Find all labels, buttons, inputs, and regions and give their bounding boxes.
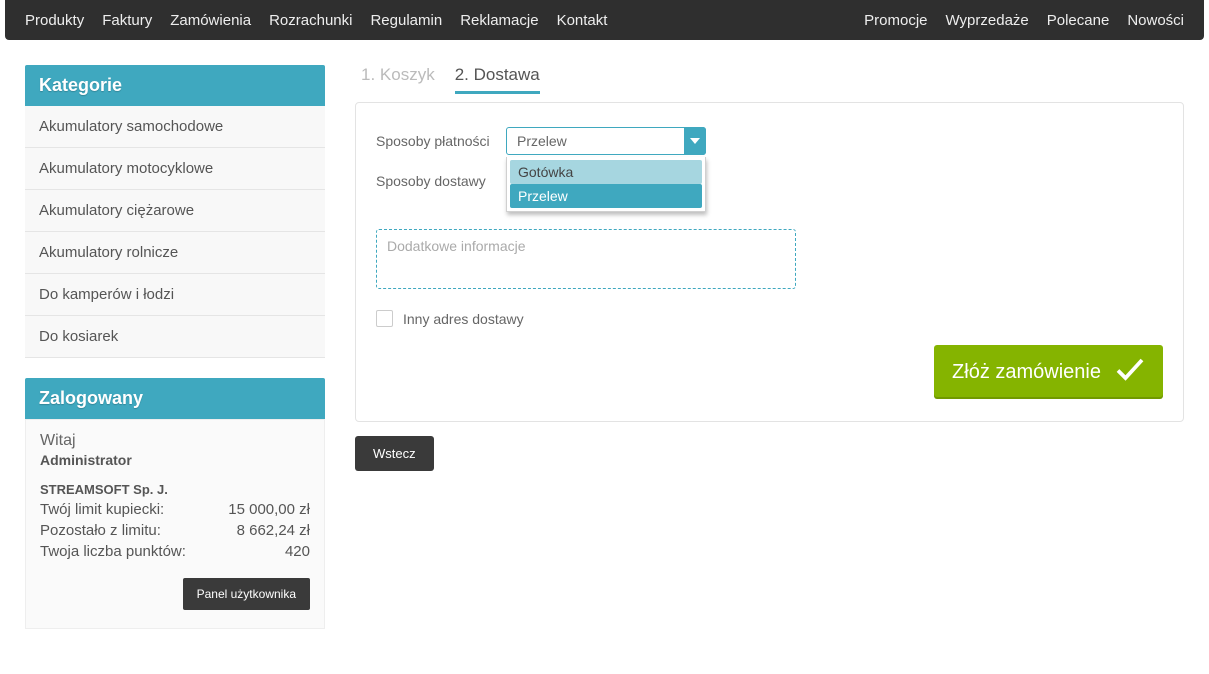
payment-option[interactable]: Przelew <box>510 184 702 208</box>
nav-polecane[interactable]: Polecane <box>1047 12 1110 29</box>
nav-right: Promocje Wyprzedaże Polecane Nowości <box>864 12 1184 29</box>
payment-selected-value: Przelew <box>517 133 567 149</box>
checkout-steps: 1. Koszyk 2. Dostawa <box>355 65 1184 94</box>
nav-rozrachunki[interactable]: Rozrachunki <box>269 12 352 29</box>
category-item[interactable]: Akumulatory ciężarowe <box>25 190 325 232</box>
nav-produkty[interactable]: Produkty <box>25 12 84 29</box>
categories-header: Kategorie <box>25 65 325 106</box>
nav-nowosci[interactable]: Nowości <box>1127 12 1184 29</box>
remaining-label: Pozostało z limitu: <box>40 522 161 539</box>
category-item[interactable]: Akumulatory rolnicze <box>25 232 325 274</box>
categories-panel: Kategorie Akumulatory samochodowe Akumul… <box>25 65 325 358</box>
delivery-method-label: Sposoby dostawy <box>376 173 506 189</box>
remaining-value: 8 662,24 zł <box>237 522 310 539</box>
payment-dropdown: Gotówka Przelew <box>506 157 706 212</box>
category-item[interactable]: Akumulatory samochodowe <box>25 106 325 148</box>
submit-order-button[interactable]: Złóż zamówienie <box>934 345 1163 399</box>
check-icon <box>1115 357 1145 387</box>
chevron-down-icon <box>684 127 706 155</box>
other-address-label: Inny adres dostawy <box>403 311 524 327</box>
category-item[interactable]: Do kamperów i łodzi <box>25 274 325 316</box>
nav-regulamin[interactable]: Regulamin <box>370 12 442 29</box>
nav-kontakt[interactable]: Kontakt <box>557 12 608 29</box>
sidebar: Kategorie Akumulatory samochodowe Akumul… <box>25 65 325 649</box>
nav-wyprzedaze[interactable]: Wyprzedaże <box>946 12 1029 29</box>
points-value: 420 <box>285 543 310 560</box>
step-delivery[interactable]: 2. Dostawa <box>455 65 540 94</box>
additional-info-textarea[interactable] <box>376 229 796 289</box>
submit-order-label: Złóż zamówienie <box>952 361 1101 384</box>
step-cart[interactable]: 1. Koszyk <box>361 65 435 94</box>
points-label: Twoja liczba punktów: <box>40 543 186 560</box>
nav-zamowienia[interactable]: Zamówienia <box>170 12 251 29</box>
delivery-form: Sposoby płatności Przelew Gotówka Przele… <box>355 102 1184 422</box>
payment-select[interactable]: Przelew Gotówka Przelew <box>506 127 706 155</box>
nav-faktury[interactable]: Faktury <box>102 12 152 29</box>
logged-role: Administrator <box>40 452 310 468</box>
back-button[interactable]: Wstecz <box>355 436 434 471</box>
other-address-checkbox[interactable] <box>376 310 393 327</box>
logged-panel: Zalogowany Witaj Administrator STREAMSOF… <box>25 378 325 629</box>
limit-value: 15 000,00 zł <box>228 501 310 518</box>
logged-company: STREAMSOFT Sp. J. <box>40 482 310 497</box>
payment-option[interactable]: Gotówka <box>510 160 702 184</box>
category-item[interactable]: Akumulatory motocyklowe <box>25 148 325 190</box>
categories-list: Akumulatory samochodowe Akumulatory moto… <box>25 106 325 358</box>
nav-left: Produkty Faktury Zamówienia Rozrachunki … <box>25 12 607 29</box>
nav-promocje[interactable]: Promocje <box>864 12 927 29</box>
logged-greeting: Witaj <box>40 432 310 450</box>
logged-header: Zalogowany <box>25 378 325 419</box>
limit-label: Twój limit kupiecki: <box>40 501 164 518</box>
payment-method-label: Sposoby płatności <box>376 133 506 149</box>
main-content: 1. Koszyk 2. Dostawa Sposoby płatności P… <box>355 65 1184 649</box>
user-panel-button[interactable]: Panel użytkownika <box>183 578 310 610</box>
top-nav: Produkty Faktury Zamówienia Rozrachunki … <box>5 0 1204 40</box>
nav-reklamacje[interactable]: Reklamacje <box>460 12 538 29</box>
category-item[interactable]: Do kosiarek <box>25 316 325 358</box>
